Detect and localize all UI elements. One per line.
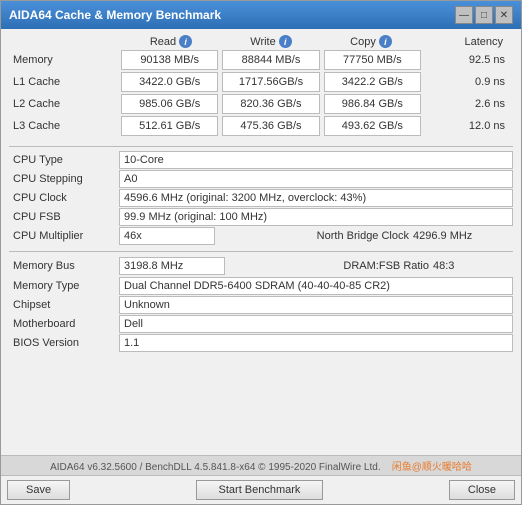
copy-info-icon[interactable]: i: [379, 35, 392, 48]
cpu-clock-value: 4596.6 MHz (original: 3200 MHz, overcloc…: [119, 189, 513, 207]
table-row: L2 Cache 985.06 GB/s 820.36 GB/s 986.84 …: [9, 94, 513, 114]
cpu-clock-label: CPU Clock: [9, 192, 119, 204]
l2cache-read: 985.06 GB/s: [121, 94, 218, 114]
read-info-icon[interactable]: i: [179, 35, 192, 48]
maximize-button[interactable]: □: [475, 6, 493, 24]
north-bridge-value: 4296.9 MHz: [413, 230, 513, 242]
cpu-multiplier-value: 46x: [119, 227, 215, 245]
bios-label: BIOS Version: [9, 337, 119, 349]
cpu-multiplier-label: CPU Multiplier: [9, 230, 119, 242]
cpu-fsb-value: 99.9 MHz (original: 100 MHz): [119, 208, 513, 226]
close-button-bottom[interactable]: Close: [449, 480, 515, 500]
title-bar: AIDA64 Cache & Memory Benchmark — □ ✕: [1, 1, 521, 29]
table-row: L1 Cache 3422.0 GB/s 1717.56GB/s 3422.2 …: [9, 72, 513, 92]
header-label-col: [11, 35, 121, 48]
memory-bus-row: Memory Bus 3198.8 MHz DRAM:FSB Ratio 48:…: [9, 257, 513, 275]
bios-value: 1.1: [119, 334, 513, 352]
watermark-text: 闲鱼@顺火暖哈哈: [392, 462, 472, 473]
l2cache-write: 820.36 GB/s: [222, 94, 319, 114]
l1cache-label: L1 Cache: [9, 76, 119, 88]
north-bridge-label: North Bridge Clock: [293, 230, 413, 242]
chipset-label: Chipset: [9, 299, 119, 311]
l3cache-write: 475.36 GB/s: [222, 116, 319, 136]
content-area: Read i Write i Copy i Latency Memory 901…: [1, 29, 521, 455]
memory-read: 90138 MB/s: [121, 50, 218, 70]
window-controls: — □ ✕: [455, 6, 513, 24]
l2cache-copy: 986.84 GB/s: [324, 94, 421, 114]
section-divider-2: [9, 251, 513, 252]
close-button[interactable]: ✕: [495, 6, 513, 24]
memory-bus-value: 3198.8 MHz: [119, 257, 225, 275]
write-info-icon[interactable]: i: [279, 35, 292, 48]
minimize-button[interactable]: —: [455, 6, 473, 24]
chipset-row: Chipset Unknown: [9, 296, 513, 314]
chipset-value: Unknown: [119, 296, 513, 314]
window-title: AIDA64 Cache & Memory Benchmark: [9, 8, 221, 22]
header-write: Write i: [221, 35, 321, 48]
benchmark-results: Memory 90138 MB/s 88844 MB/s 77750 MB/s …: [9, 50, 513, 138]
cpu-multiplier-row: CPU Multiplier 46x North Bridge Clock 42…: [9, 227, 513, 245]
motherboard-row: Motherboard Dell: [9, 315, 513, 333]
header-read: Read i: [121, 35, 221, 48]
motherboard-value: Dell: [119, 315, 513, 333]
main-window: AIDA64 Cache & Memory Benchmark — □ ✕ Re…: [0, 0, 522, 505]
table-row: Memory 90138 MB/s 88844 MB/s 77750 MB/s …: [9, 50, 513, 70]
cpu-fsb-label: CPU FSB: [9, 211, 119, 223]
l1cache-write: 1717.56GB/s: [222, 72, 319, 92]
l2cache-latency: 2.6 ns: [423, 94, 513, 114]
cpu-clock-row: CPU Clock 4596.6 MHz (original: 3200 MHz…: [9, 189, 513, 207]
l3cache-copy: 493.62 GB/s: [324, 116, 421, 136]
l3cache-latency: 12.0 ns: [423, 116, 513, 136]
section-divider: [9, 146, 513, 147]
header-copy: Copy i: [321, 35, 421, 48]
l1cache-latency: 0.9 ns: [423, 72, 513, 92]
memory-copy: 77750 MB/s: [324, 50, 421, 70]
memory-latency: 92.5 ns: [423, 50, 513, 70]
memory-write: 88844 MB/s: [222, 50, 319, 70]
cpu-stepping-value: A0: [119, 170, 513, 188]
l2cache-label: L2 Cache: [9, 98, 119, 110]
cpu-stepping-label: CPU Stepping: [9, 173, 119, 185]
dram-fsb-label: DRAM:FSB Ratio: [323, 260, 433, 272]
cpu-type-label: CPU Type: [9, 154, 119, 166]
bios-row: BIOS Version 1.1: [9, 334, 513, 352]
cpu-type-value: 10-Core: [119, 151, 513, 169]
save-button[interactable]: Save: [7, 480, 70, 500]
button-bar: Save Start Benchmark Close: [1, 475, 521, 504]
memory-label: Memory: [9, 54, 119, 66]
cpu-stepping-row: CPU Stepping A0: [9, 170, 513, 188]
start-benchmark-button[interactable]: Start Benchmark: [196, 480, 324, 500]
memory-type-row: Memory Type Dual Channel DDR5-6400 SDRAM…: [9, 277, 513, 295]
header-latency: Latency: [421, 35, 511, 48]
motherboard-label: Motherboard: [9, 318, 119, 330]
system-info: CPU Type 10-Core CPU Stepping A0 CPU Clo…: [9, 151, 513, 352]
cpu-fsb-row: CPU FSB 99.9 MHz (original: 100 MHz): [9, 208, 513, 226]
column-headers: Read i Write i Copy i Latency: [9, 35, 513, 48]
cpu-type-row: CPU Type 10-Core: [9, 151, 513, 169]
memory-type-value: Dual Channel DDR5-6400 SDRAM (40-40-40-8…: [119, 277, 513, 295]
l3cache-label: L3 Cache: [9, 120, 119, 132]
app-info: AIDA64 v6.32.5600 / BenchDLL 4.5.841.8-x…: [50, 462, 381, 473]
l1cache-read: 3422.0 GB/s: [121, 72, 218, 92]
footer-bar: AIDA64 v6.32.5600 / BenchDLL 4.5.841.8-x…: [1, 455, 521, 475]
l3cache-read: 512.61 GB/s: [121, 116, 218, 136]
memory-bus-label: Memory Bus: [9, 260, 119, 272]
dram-fsb-value: 48:3: [433, 260, 513, 272]
table-row: L3 Cache 512.61 GB/s 475.36 GB/s 493.62 …: [9, 116, 513, 136]
memory-type-label: Memory Type: [9, 280, 119, 292]
l1cache-copy: 3422.2 GB/s: [324, 72, 421, 92]
